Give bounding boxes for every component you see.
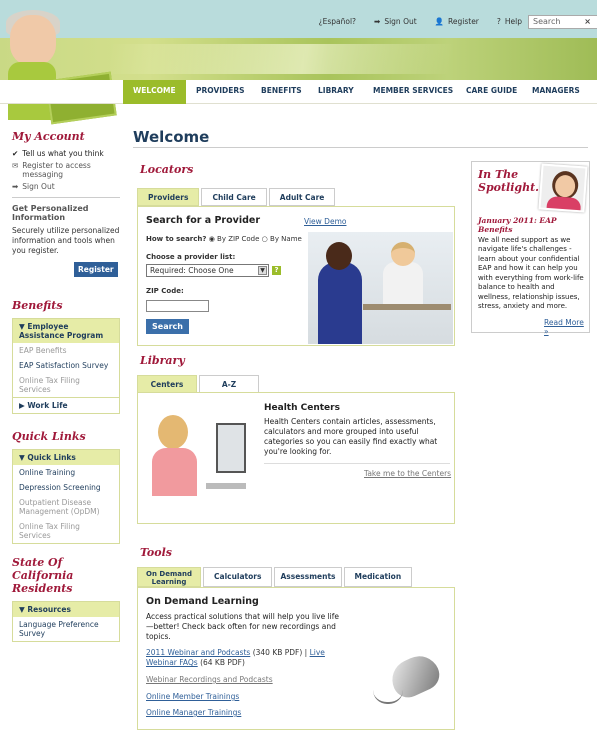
main-navigation: WELCOME PROVIDERS BENEFITS LIBRARY MEMBE… — [0, 80, 597, 104]
search-button[interactable]: Search — [146, 319, 189, 334]
quick-links-box: ▼ Quick Links Online Training Depression… — [12, 449, 120, 545]
tab-providers[interactable]: Providers — [137, 188, 200, 206]
centers-link[interactable]: Take me to the Centers — [364, 469, 451, 478]
tab-a-z[interactable]: A-Z — [199, 375, 259, 393]
webinar-faqs-note: (64 KB PDF) — [200, 658, 245, 668]
sidebar-sign-out-link[interactable]: ➡ Sign Out — [12, 182, 120, 191]
personalized-title: Get Personalized Information — [12, 204, 89, 222]
quick-links-header[interactable]: ▼ Quick Links — [13, 450, 119, 466]
spotlight-title: In The Spotlight... — [478, 168, 547, 194]
tab-on-demand-learning[interactable]: On Demand Learning — [137, 567, 201, 587]
search-provider-title: Search for a Provider — [146, 215, 261, 226]
on-demand-title: On Demand Learning — [146, 596, 259, 607]
benefits-box: ▼ Employee Assistance Program EAP Benefi… — [12, 318, 120, 415]
resources-box: ▼ Resources Language Preference Survey — [12, 601, 120, 643]
spotlight-text: We all need support as we navigate life'… — [478, 236, 584, 311]
how-label: How to search? — [146, 235, 207, 243]
health-centers-title: Health Centers — [264, 403, 340, 413]
library-panel: Health Centers Health Centers contain ar… — [137, 392, 455, 524]
eap-survey-link[interactable]: EAP Satisfaction Survey — [13, 358, 119, 373]
arrow-right-icon: ➡ — [374, 17, 381, 26]
manager-trainings-link[interactable]: Online Manager Trainings — [146, 708, 241, 717]
register-messaging-link[interactable]: ✉ Register to access messaging — [12, 161, 120, 179]
tab-calculators[interactable]: Calculators — [203, 567, 273, 587]
search-input[interactable]: Search × — [528, 15, 597, 29]
read-more-link[interactable]: Read More » — [544, 318, 589, 336]
radio-zip[interactable]: ◉ By ZIP Code — [209, 235, 260, 243]
on-demand-text: Access practical solutions that will hel… — [146, 612, 339, 642]
spotlight-box: In The Spotlight... January 2011: EAP Be… — [471, 161, 590, 336]
member-trainings-link[interactable]: Online Member Trainings — [146, 692, 239, 701]
provider-select[interactable]: Required: Choose One ▼ — [146, 264, 269, 277]
spotlight-subtitle: January 2011: EAP Benefits — [478, 216, 557, 234]
health-centers-text: Health Centers contain articles, assessm… — [264, 417, 438, 457]
nav-care-guide[interactable]: CARE GUIDE — [466, 86, 517, 95]
feedback-link[interactable]: ✔ Tell us what you think — [12, 149, 120, 158]
register-button[interactable]: Register — [74, 262, 118, 278]
search-clear-icon[interactable]: × — [584, 17, 591, 26]
opdm-link[interactable]: Outpatient Disease Management (OpDM) — [13, 495, 119, 519]
zip-input[interactable] — [146, 300, 209, 312]
work-life-toggle[interactable]: ▶ Work Life — [13, 397, 119, 413]
benefits-title: Benefits — [12, 299, 63, 313]
resources-header[interactable]: ▼ Resources — [13, 602, 119, 618]
tab-child-care[interactable]: Child Care — [201, 188, 267, 206]
nav-managers[interactable]: MANAGERS — [532, 86, 580, 95]
help-link[interactable]: ? Help — [497, 17, 522, 26]
quick-tax-filing-link[interactable]: Online Tax Filing Services — [13, 519, 119, 543]
choose-label: Choose a provider list: — [146, 253, 236, 261]
locators-title: Locators — [140, 163, 194, 176]
question-icon: ? — [496, 17, 501, 26]
tools-panel: On Demand Learning Access practical solu… — [137, 587, 455, 730]
tab-assessments[interactable]: Assessments — [274, 567, 342, 587]
quick-links-title: Quick Links — [12, 430, 86, 444]
my-account-title: My Account — [12, 130, 85, 143]
tools-title: Tools — [140, 546, 172, 559]
nav-benefits[interactable]: BENEFITS — [261, 86, 302, 95]
zip-label: ZIP Code: — [146, 287, 184, 295]
eap-benefits-link[interactable]: EAP Benefits — [13, 343, 119, 358]
sign-out-link[interactable]: ➡ Sign Out — [374, 17, 417, 26]
personalized-text: Securely utilize personalized informatio… — [12, 226, 120, 256]
arrow-right-icon: ➡ — [12, 182, 19, 191]
student-photo — [146, 403, 256, 515]
spotlight-photo — [538, 163, 588, 213]
mouse-image — [373, 648, 445, 708]
envelope-icon: ✉ — [12, 161, 19, 170]
espanol-link[interactable]: ¿Español? — [319, 17, 356, 26]
provider-photo — [308, 232, 453, 344]
utility-links: ¿Español? ➡ Sign Out 👤 Register ? Help — [319, 17, 522, 26]
left-sidebar: My Account ✔ Tell us what you think ✉ Regi… — [12, 130, 120, 643]
page-title: Welcome — [133, 128, 210, 146]
nav-library[interactable]: LIBRARY — [318, 86, 354, 95]
help-icon[interactable]: ? — [272, 266, 281, 275]
webinar-podcasts-note: (340 KB PDF) | — [252, 648, 308, 657]
webinar-podcasts-link[interactable]: 2011 Webinar and Podcasts — [146, 648, 250, 657]
language-survey-link[interactable]: Language Preference Survey — [13, 617, 119, 641]
tab-centers[interactable]: Centers — [137, 375, 197, 393]
locator-panel: Search for a Provider View Demo How to s… — [137, 206, 455, 346]
depression-screening-link[interactable]: Depression Screening — [13, 480, 119, 495]
tab-medication[interactable]: Medication — [343, 567, 413, 587]
person-icon: 👤 — [434, 17, 445, 26]
nav-welcome[interactable]: WELCOME — [123, 80, 186, 104]
nav-providers[interactable]: PROVIDERS — [196, 86, 245, 95]
view-demo-link[interactable]: View Demo — [304, 217, 346, 226]
online-training-link[interactable]: Online Training — [13, 465, 119, 480]
library-title: Library — [140, 354, 185, 367]
register-link[interactable]: 👤 Register — [435, 17, 479, 26]
tax-filing-link[interactable]: Online Tax Filing Services — [13, 373, 119, 397]
state-title: State Of California Residents — [12, 556, 74, 596]
eap-header[interactable]: ▼ Employee Assistance Program — [13, 319, 119, 344]
chevron-down-icon: ▼ — [258, 266, 267, 275]
radio-name[interactable]: ○ By Name — [262, 235, 302, 243]
checkmark-icon: ✔ — [12, 149, 19, 158]
tab-adult-care[interactable]: Adult Care — [268, 188, 336, 206]
nav-member-services[interactable]: MEMBER SERVICES — [373, 86, 453, 95]
webinar-recordings-link[interactable]: Webinar Recordings and Podcasts — [146, 675, 273, 684]
